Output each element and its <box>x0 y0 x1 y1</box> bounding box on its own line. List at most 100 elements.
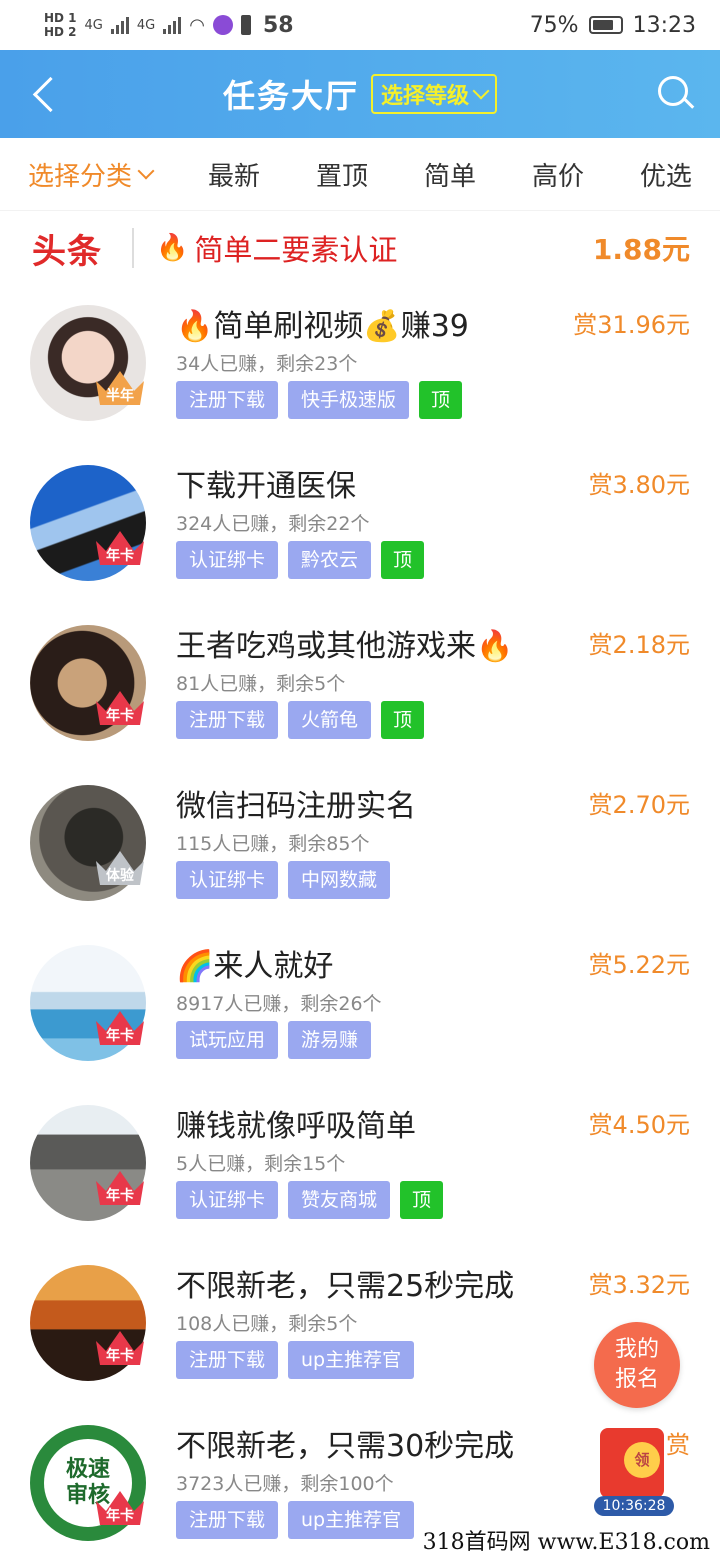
tag[interactable]: 火箭龟 <box>288 701 372 739</box>
tab-preferred[interactable]: 优选 <box>640 156 692 193</box>
search-icon[interactable] <box>656 74 696 114</box>
task-title: 不限新老，只需30秒完成 <box>176 1429 515 1464</box>
tag[interactable]: up主推荐官 <box>288 1501 415 1539</box>
member-badge: 年卡 <box>106 1188 134 1204</box>
task-item[interactable]: 年卡 王者吃鸡或其他游戏来🔥 81人已赚，剩余5个 注册下载 火箭龟 顶 赏2.… <box>0 605 720 765</box>
tag[interactable]: 注册下载 <box>176 1341 279 1379</box>
tag[interactable]: 注册下载 <box>176 701 279 739</box>
member-badge: 年卡 <box>106 1348 134 1364</box>
tag[interactable]: 认证绑卡 <box>176 861 279 899</box>
tab-high-price[interactable]: 高价 <box>532 156 584 193</box>
battery-percent: 75% <box>529 12 579 38</box>
red-packet-coin: 领 <box>624 1442 660 1478</box>
my-signups-button[interactable]: 我的 报名 <box>594 1322 680 1408</box>
member-badge: 半年 <box>106 388 134 404</box>
member-badge: 年卡 <box>106 708 134 724</box>
member-badge: 体验 <box>106 868 134 884</box>
tag[interactable]: 快手极速版 <box>288 381 410 419</box>
headline-text: 简单二要素认证 <box>194 233 398 267</box>
tab-label: 选择分类 <box>28 161 133 192</box>
tab-select-category[interactable]: 选择分类 <box>28 156 155 193</box>
title-bar: 任务大厅 选择等级 <box>0 50 720 138</box>
task-tags: 注册下载 快手极速版 顶 <box>176 381 463 419</box>
task-tags: 试玩应用 游易赚 <box>176 1021 372 1059</box>
watermark: 318首码网 www.E318.com <box>418 1524 714 1556</box>
battery-icon <box>588 16 623 34</box>
red-packet-widget[interactable]: 领 10:36:28 <box>586 1428 678 1516</box>
fab-line2: 报名 <box>614 1367 659 1392</box>
headline-banner[interactable]: 头条 🔥 简单二要素认证 1.88元 <box>0 211 720 285</box>
tag[interactable]: 认证绑卡 <box>176 541 279 579</box>
red-packet-timer: 10:36:28 <box>594 1496 674 1516</box>
task-tags: 认证绑卡 黔农云 顶 <box>176 541 425 579</box>
fab-line1: 我的 <box>614 1337 659 1362</box>
tab-simple[interactable]: 简单 <box>424 156 476 193</box>
task-item[interactable]: 年卡 赚钱就像呼吸简单 5人已赚，剩余15个 认证绑卡 赞友商城 顶 赏4.50… <box>0 1085 720 1245</box>
status-right: 75% 13:23 <box>530 13 696 38</box>
select-level-button[interactable]: 选择等级 <box>371 74 498 114</box>
tag[interactable]: 赞友商城 <box>288 1181 391 1219</box>
task-title: 下载开通医保 <box>176 469 356 504</box>
tag[interactable]: 黔农云 <box>288 541 372 579</box>
clock: 13:23 <box>632 12 696 38</box>
tab-latest[interactable]: 最新 <box>208 156 260 193</box>
filter-tabs: 选择分类 最新 置顶 简单 高价 优选 <box>0 138 720 211</box>
back-chevron-icon[interactable] <box>28 72 68 116</box>
task-reward: 赏31.96元 <box>573 311 690 339</box>
pinned-tag[interactable]: 顶 <box>419 381 463 419</box>
task-stats: 324人已赚，剩余22个 <box>176 513 370 535</box>
task-item[interactable]: 年卡 🌈来人就好 8917人已赚，剩余26个 试玩应用 游易赚 赏5.22元 <box>0 925 720 1085</box>
tag[interactable]: 中网数藏 <box>288 861 391 899</box>
hd2-label: HD 2 <box>44 25 77 39</box>
task-reward: 赏5.22元 <box>588 951 690 979</box>
task-title: 微信扫码注册实名 <box>176 789 416 824</box>
task-stats: 34人已赚，剩余23个 <box>176 353 358 375</box>
tag[interactable]: 游易赚 <box>288 1021 372 1059</box>
task-reward: 赏2.70元 <box>588 791 690 819</box>
headline-logo: 头条 <box>32 231 102 272</box>
task-tags: 注册下载 火箭龟 顶 <box>176 701 425 739</box>
chevron-down-icon <box>137 162 155 180</box>
task-title: 🔥简单刷视频💰赚39 <box>176 309 469 344</box>
task-reward: 赏3.80元 <box>588 471 690 499</box>
badge-crown-icon: 半年 <box>92 367 148 415</box>
pinned-tag[interactable]: 顶 <box>381 541 425 579</box>
tag[interactable]: up主推荐官 <box>288 1341 415 1379</box>
task-stats: 8917人已赚，剩余26个 <box>176 993 382 1015</box>
fire-icon: 🔥 <box>156 233 189 263</box>
task-stats: 81人已赚，剩余5个 <box>176 673 346 695</box>
tag[interactable]: 注册下载 <box>176 1501 279 1539</box>
pinned-tag[interactable]: 顶 <box>381 701 425 739</box>
signal-icon <box>110 16 129 34</box>
task-item[interactable]: 年卡 下载开通医保 324人已赚，剩余22个 认证绑卡 黔农云 顶 赏3.80元 <box>0 445 720 605</box>
task-reward: 赏4.50元 <box>588 1111 690 1139</box>
divider <box>132 228 134 268</box>
badge-crown-icon: 年卡 <box>92 687 148 735</box>
task-title: 王者吃鸡或其他游戏来🔥 <box>176 629 514 664</box>
notification-icon <box>240 15 251 35</box>
tag[interactable]: 注册下载 <box>176 381 279 419</box>
pinned-tag[interactable]: 顶 <box>400 1181 444 1219</box>
hd1-label: HD 1 <box>44 11 77 25</box>
member-badge: 年卡 <box>106 1508 134 1524</box>
headline-amount: 1.88元 <box>592 233 690 266</box>
task-tags: 注册下载 up主推荐官 <box>176 1341 415 1379</box>
notification-count: 58 <box>262 12 294 38</box>
status-bar: HD 1 HD 2 4G 4G ◠ 58 75% 13:23 <box>0 0 720 50</box>
task-item[interactable]: 半年 🔥简单刷视频💰赚39 34人已赚，剩余23个 注册下载 快手极速版 顶 赏… <box>0 285 720 445</box>
select-level-label: 选择等级 <box>381 84 470 109</box>
network-4g-1: 4G <box>84 17 103 33</box>
task-stats: 108人已赚，剩余5个 <box>176 1313 358 1335</box>
task-tags: 注册下载 up主推荐官 <box>176 1501 415 1539</box>
task-stats: 3723人已赚，剩余100个 <box>176 1473 394 1495</box>
badge-crown-icon: 年卡 <box>92 527 148 575</box>
task-title: 赚钱就像呼吸简单 <box>176 1109 416 1144</box>
tag[interactable]: 试玩应用 <box>176 1021 279 1059</box>
signal-icon-2 <box>163 16 182 34</box>
tag[interactable]: 认证绑卡 <box>176 1181 279 1219</box>
badge-crown-icon: 年卡 <box>92 1487 148 1535</box>
badge-crown-icon: 年卡 <box>92 1167 148 1215</box>
task-title: 不限新老，只需25秒完成 <box>176 1269 515 1304</box>
task-item[interactable]: 体验 微信扫码注册实名 115人已赚，剩余85个 认证绑卡 中网数藏 赏2.70… <box>0 765 720 925</box>
tab-pinned[interactable]: 置顶 <box>316 156 368 193</box>
